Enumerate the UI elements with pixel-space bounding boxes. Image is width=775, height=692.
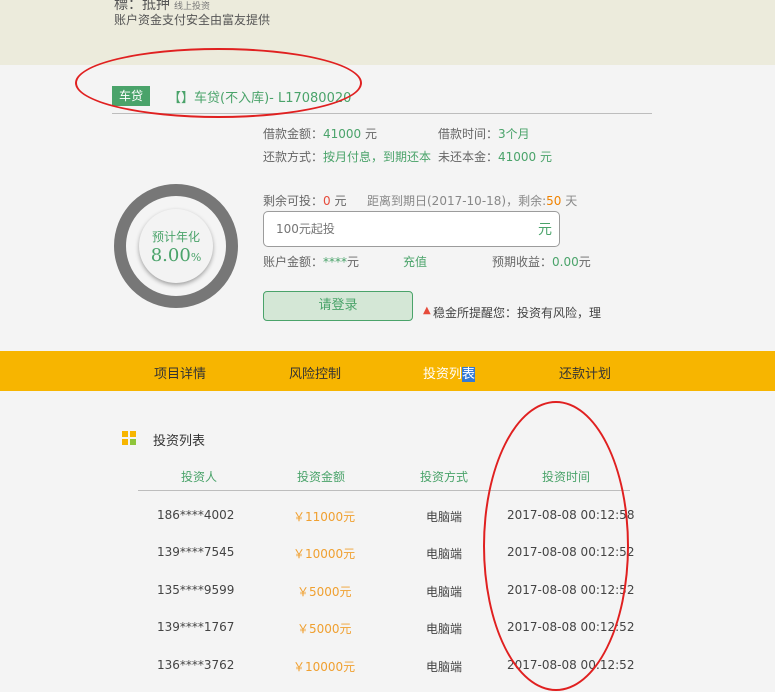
annual-rate-value: 8.00% xyxy=(150,245,202,266)
method-cell: 电脑端 xyxy=(426,547,463,561)
investor-cell: 136****3762 xyxy=(157,658,235,672)
time-cell: 2017-08-08 00:12:52 xyxy=(507,658,635,672)
column-header-investor: 投资人 xyxy=(181,470,218,484)
amount-cell: ￥10000元 xyxy=(293,547,356,561)
annual-rate-ring: 预计年化 8.00% xyxy=(114,184,238,308)
repayment-method: 还款方式：按月付息，到期还本 xyxy=(263,150,432,164)
column-header-method: 投资方式 xyxy=(420,470,469,484)
unpaid-principal: 未还本金：41000 元 xyxy=(438,150,553,164)
column-header-amount: 投资金额 xyxy=(297,470,346,484)
table-header-divider xyxy=(138,490,630,491)
method-cell: 电脑端 xyxy=(426,510,463,524)
amount-cell: ￥5000元 xyxy=(297,585,352,599)
grid-icon xyxy=(122,431,136,445)
warning-triangle-icon: ▲ xyxy=(423,305,431,316)
investor-cell: 186****4002 xyxy=(157,508,235,522)
account-balance: 账户金额：****元 xyxy=(263,255,360,269)
tab-investment-list[interactable]: 投资列表 xyxy=(423,363,476,382)
investor-cell: 135****9599 xyxy=(157,583,235,597)
tab-project-details[interactable]: 项目详情 xyxy=(154,363,206,382)
amount-cell: ￥10000元 xyxy=(293,660,356,674)
amount-cell: ￥11000元 xyxy=(293,510,356,524)
deadline-countdown: 距离到期日(2017-10-18)，剩余:50 天 xyxy=(367,194,578,208)
loan-type-badge: 车贷 xyxy=(112,86,151,106)
loan-term: 借款时间：3个月 xyxy=(438,127,530,141)
section-title: 投资列表 xyxy=(153,434,206,449)
column-header-time: 投资时间 xyxy=(542,470,591,484)
detail-tab-bar: 项目详情 风险控制 投资列表 还款计划 xyxy=(0,351,775,391)
expected-earnings: 预期收益：0.00元 xyxy=(492,255,591,269)
remaining-investable: 剩余可投：0 元 xyxy=(263,194,347,208)
time-cell: 2017-08-08 00:12:52 xyxy=(507,620,635,634)
tab-risk-control[interactable]: 风险控制 xyxy=(289,363,341,382)
invest-amount-input[interactable] xyxy=(263,211,560,247)
loan-amount: 借款金额：41000 元 xyxy=(263,127,378,141)
recharge-link[interactable]: 充值 xyxy=(403,253,427,270)
annual-rate-label: 预计年化 xyxy=(151,230,200,244)
method-cell: 电脑端 xyxy=(426,660,463,674)
method-cell: 电脑端 xyxy=(426,622,463,636)
investor-cell: 139****1767 xyxy=(157,620,235,634)
payment-security-note: 账户资金支付安全由富友提供 xyxy=(114,13,271,27)
loan-title-row: 车贷 【】车贷(不入库)- L17080020 xyxy=(112,84,652,114)
invest-unit-label: 元 xyxy=(538,222,552,238)
amount-cell: ￥5000元 xyxy=(297,622,352,636)
time-cell: 2017-08-08 00:12:52 xyxy=(507,583,635,597)
risk-warning-text: 稳金所提醒您：投资有风险，理 xyxy=(433,306,602,320)
time-cell: 2017-08-08 00:12:52 xyxy=(507,545,635,559)
investor-cell: 139****7545 xyxy=(157,545,235,559)
login-button[interactable]: 请登录 xyxy=(263,291,413,321)
annual-rate-badge: 预计年化 8.00% xyxy=(139,209,213,283)
method-cell: 电脑端 xyxy=(426,585,463,599)
tab-repayment-plan[interactable]: 还款计划 xyxy=(559,363,611,382)
loan-title: 【】车贷(不入库)- L17080020 xyxy=(168,91,352,106)
time-cell: 2017-08-08 00:12:58 xyxy=(507,508,635,522)
